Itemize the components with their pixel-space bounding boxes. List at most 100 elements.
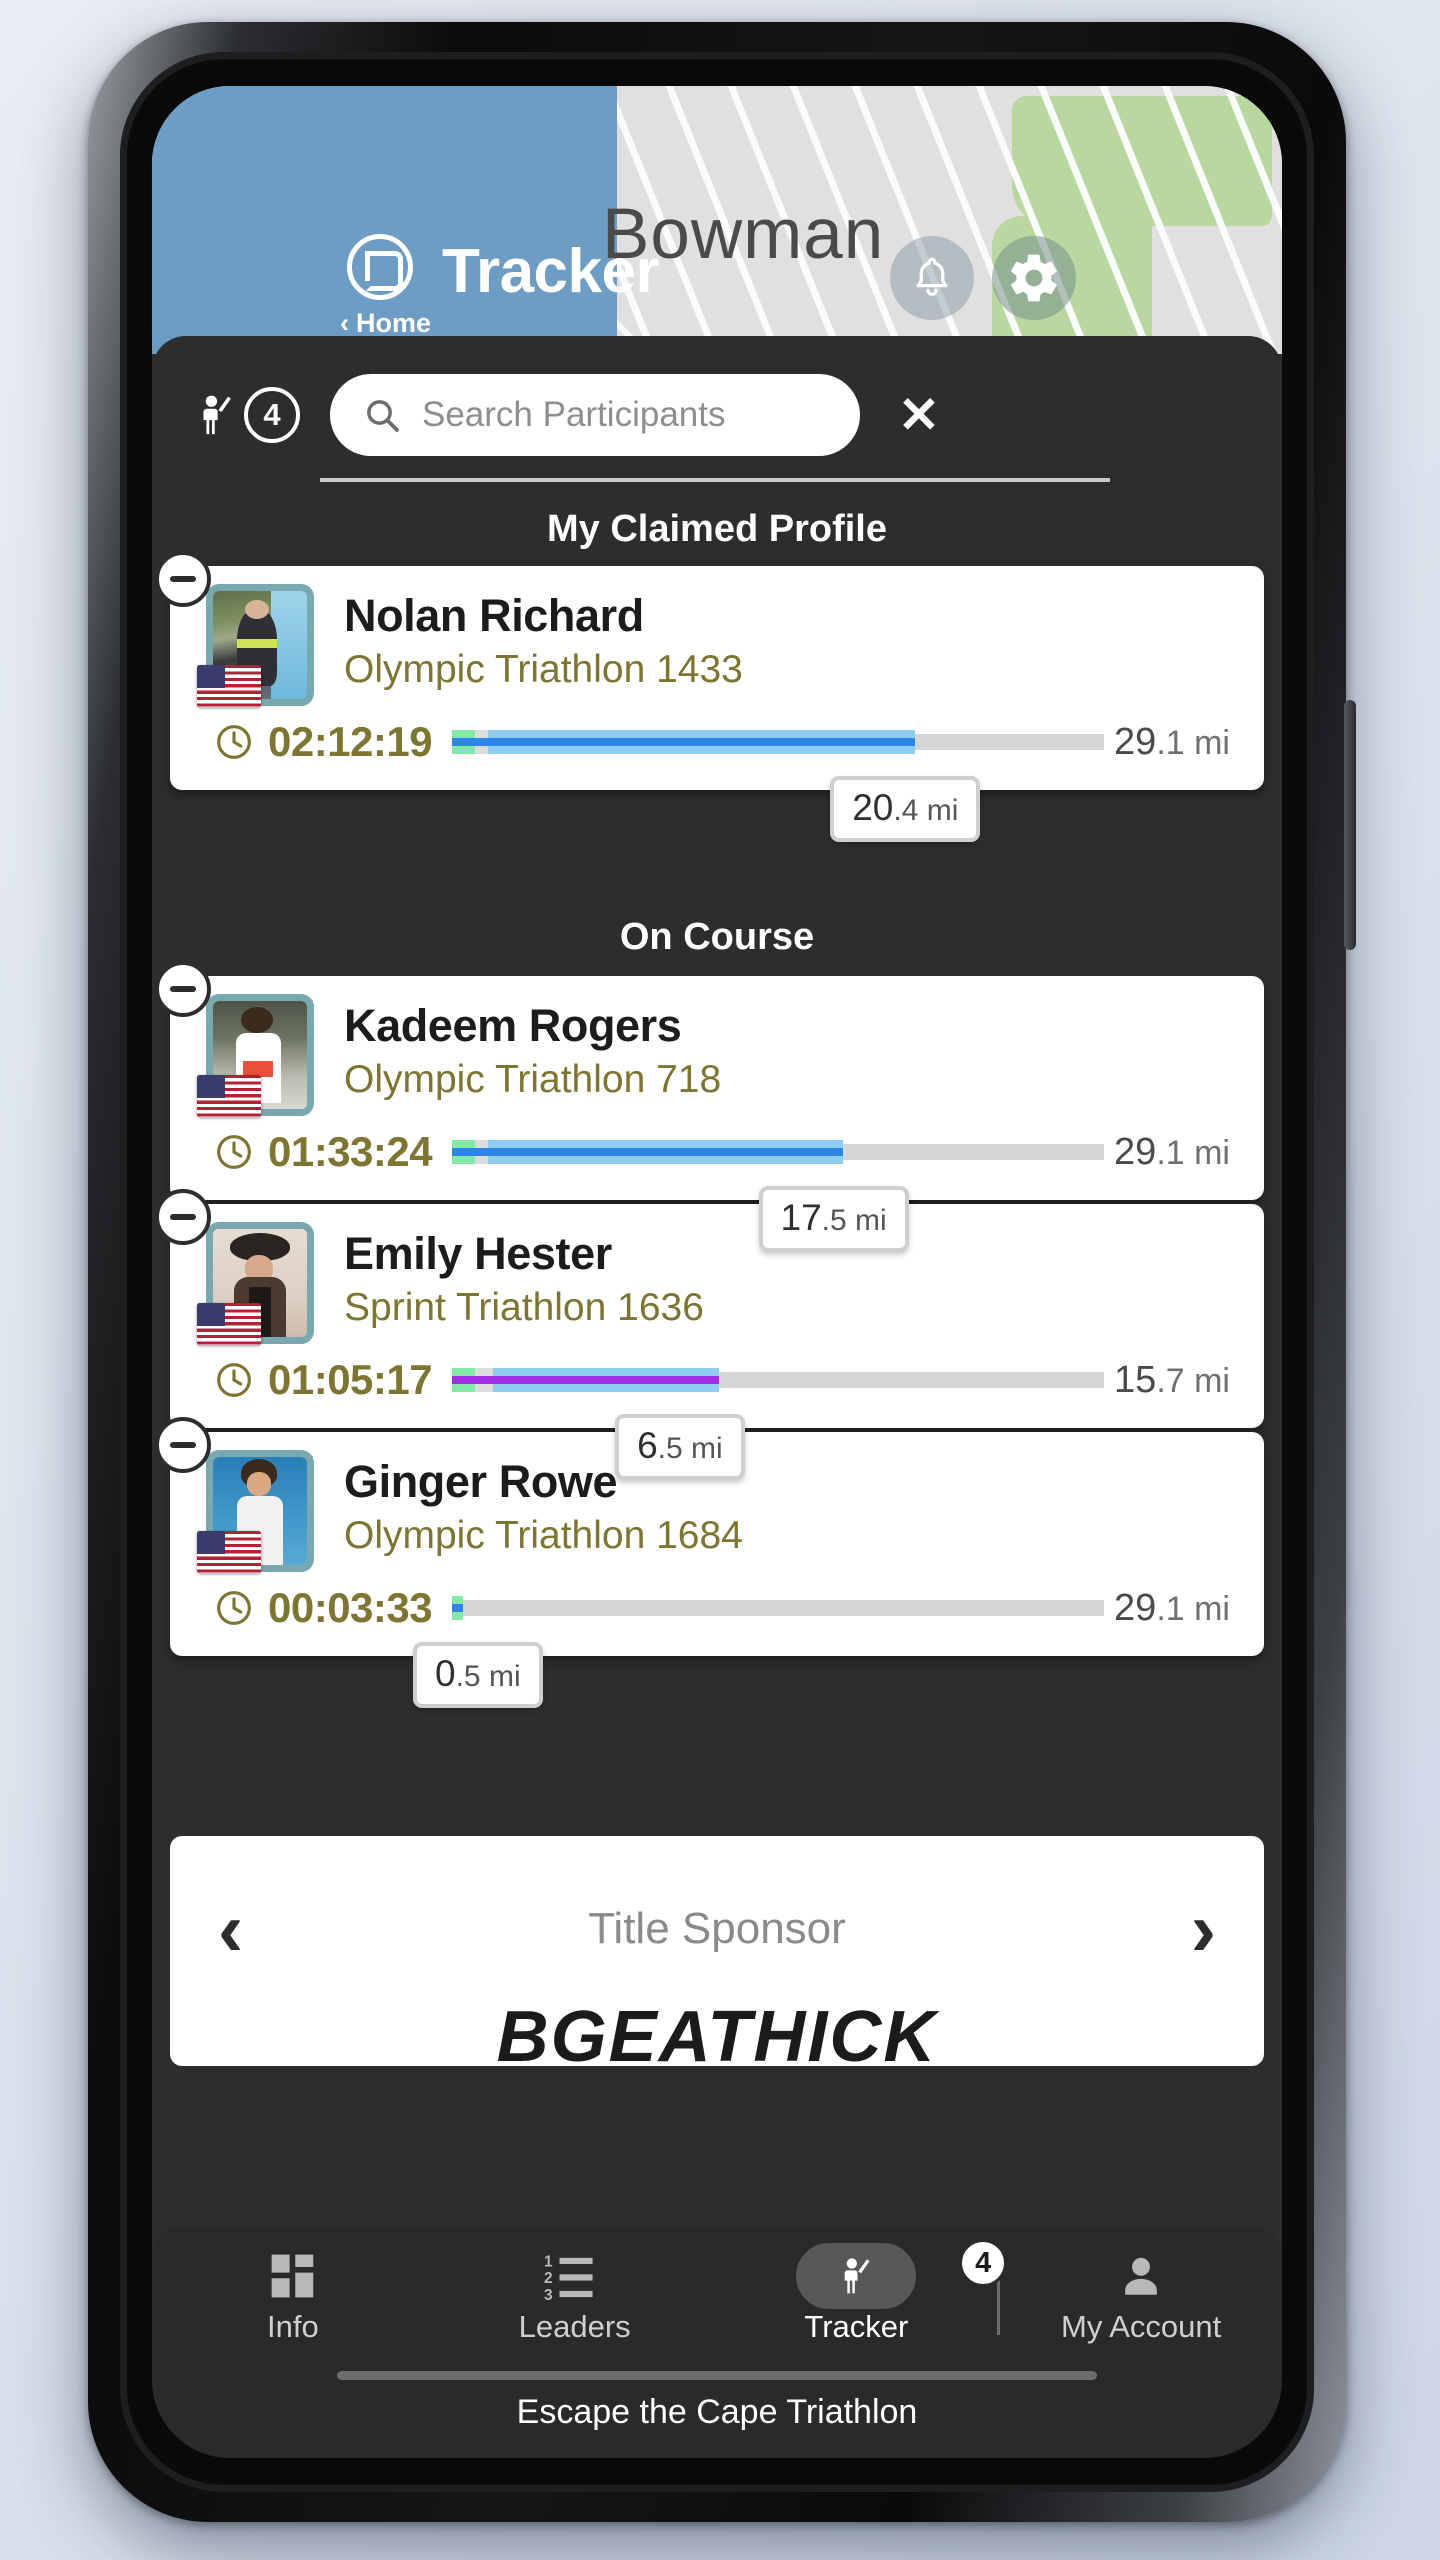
- clock-icon: [217, 1135, 251, 1169]
- participant-event: Olympic Triathlon 718: [344, 1058, 722, 1101]
- current-distance-frac: .5 mi: [657, 1432, 723, 1465]
- participant-info: Kadeem Rogers Olympic Triathlon 718: [314, 994, 721, 1116]
- participant-count[interactable]: 4: [194, 386, 300, 444]
- current-distance-bubble: 0.5 mi: [413, 1642, 543, 1708]
- tracker-count-badge: 4: [959, 2239, 1008, 2287]
- section-title-on-course: On Course: [619, 916, 815, 958]
- total-distance: 15.7 mi: [1114, 1359, 1230, 1402]
- settings-button[interactable]: [992, 236, 1076, 320]
- tab-info[interactable]: Info: [152, 2249, 434, 2345]
- us-flag-icon: [197, 665, 261, 707]
- phone-side-button[interactable]: [1344, 700, 1356, 950]
- participant-card[interactable]: Nolan Richard Olympic Triathlon 1433 02:…: [155, 551, 1264, 842]
- participant-name: Emily Hester: [344, 1228, 612, 1279]
- participant-header: Kadeem Rogers Olympic Triathlon 718: [170, 976, 1264, 1117]
- current-distance-frac: .5 mi: [821, 1204, 887, 1237]
- avatar[interactable]: [197, 1450, 314, 1573]
- participant-card[interactable]: Emily Hester Sprint Triathlon 1636 01:05…: [155, 1189, 1264, 1480]
- search-input[interactable]: Search Participants: [330, 374, 860, 456]
- remove-participant-button[interactable]: [155, 1189, 211, 1245]
- clock-icon: [217, 725, 251, 759]
- clock-icon: [217, 1363, 251, 1397]
- person-waving-icon: 4: [716, 2239, 1008, 2303]
- current-distance-frac: .5 mi: [455, 1660, 521, 1693]
- avatar[interactable]: [197, 584, 314, 707]
- progress-track[interactable]: 17.5 mi: [452, 1140, 1105, 1252]
- tab-label: Info: [267, 2309, 319, 2344]
- map-header[interactable]: Bowman Tracker ‹ Home: [152, 86, 1282, 354]
- participant-stats: 00:03:33 0.5 mi 29.1 mi: [170, 1572, 1264, 1708]
- current-distance-value: 0: [435, 1653, 456, 1694]
- back-to-home-button[interactable]: ‹ Home: [340, 308, 431, 339]
- remove-participant-button[interactable]: [155, 551, 211, 607]
- total-distance: 29.1 mi: [1114, 1131, 1230, 1174]
- app-logo-icon[interactable]: [347, 234, 413, 300]
- total-distance-frac: .1 mi: [1156, 723, 1230, 762]
- progress-line: [452, 1376, 720, 1384]
- participant-info: Emily Hester Sprint Triathlon 1636: [314, 1222, 704, 1344]
- person-account-icon: [1000, 2249, 1282, 2303]
- progress-track[interactable]: 0.5 mi: [413, 1596, 1105, 1708]
- current-distance-value: 6: [637, 1425, 658, 1466]
- progress-track[interactable]: 6.5 mi: [452, 1368, 1105, 1480]
- progress-line: [452, 738, 915, 746]
- grid-tiles-icon: [152, 2249, 434, 2303]
- home-indicator[interactable]: [337, 2371, 1097, 2380]
- bell-icon: [916, 257, 948, 296]
- tab-my-account[interactable]: My Account: [1000, 2249, 1282, 2345]
- svg-text:1: 1: [544, 2254, 553, 2271]
- remove-participant-button[interactable]: [155, 961, 211, 1017]
- participant-event: Olympic Triathlon 1684: [344, 1514, 743, 1557]
- current-distance-value: 17: [780, 1197, 822, 1238]
- current-distance-bubble: 6.5 mi: [615, 1414, 745, 1480]
- sponsor-title: Title Sponsor: [588, 1904, 846, 1953]
- us-flag-icon: [197, 1303, 261, 1345]
- sponsor-next-button[interactable]: ›: [1191, 1892, 1216, 1968]
- participant-name: Nolan Richard: [344, 590, 644, 641]
- total-distance-value: 15: [1114, 1358, 1157, 1401]
- avatar[interactable]: [197, 994, 314, 1117]
- page-title: Tracker: [442, 237, 660, 306]
- participant-time: 01:33:24: [268, 1128, 433, 1175]
- participant-count-badge: 4: [244, 387, 300, 443]
- participant-stats: 01:33:24 17.5 mi 29.1 mi: [170, 1116, 1264, 1252]
- gear-icon: [1011, 254, 1057, 302]
- current-distance-bubble: 17.5 mi: [758, 1186, 909, 1252]
- svg-text:3: 3: [544, 2287, 553, 2302]
- tab-leaders[interactable]: 1 2 3 Leaders: [434, 2249, 716, 2345]
- tab-label: My Account: [1061, 2309, 1222, 2344]
- notifications-button[interactable]: [890, 236, 974, 320]
- close-search-button[interactable]: ✕: [898, 390, 940, 440]
- current-distance-bubble: 20.4 mi: [830, 776, 981, 842]
- section-title-claimed: My Claimed Profile: [547, 508, 887, 550]
- tab-tracker[interactable]: 4 Tracker: [716, 2239, 1008, 2345]
- total-distance-frac: .7 mi: [1156, 1361, 1230, 1400]
- person-waving-icon: [203, 395, 231, 435]
- participant-header: Nolan Richard Olympic Triathlon 1433: [170, 566, 1264, 707]
- tab-label: Tracker: [804, 2309, 909, 2344]
- progress-line: [452, 1148, 844, 1156]
- sponsor-brand-logo: BGEATHICK: [496, 1997, 938, 2066]
- back-label: Home: [356, 308, 432, 338]
- participant-time: 00:03:33: [268, 1584, 433, 1631]
- sponsor-banner[interactable]: ‹ Title Sponsor › BGEATHICK: [170, 1836, 1264, 2066]
- total-distance-frac: .1 mi: [1156, 1133, 1230, 1172]
- participant-card[interactable]: Kadeem Rogers Olympic Triathlon 718 01:3…: [155, 961, 1264, 1252]
- total-distance-value: 29: [1114, 1586, 1157, 1629]
- avatar[interactable]: [197, 1222, 314, 1345]
- participant-stats: 01:05:17 6.5 mi 15.7 mi: [170, 1344, 1264, 1480]
- search-icon: [367, 400, 399, 432]
- us-flag-icon: [197, 1075, 261, 1117]
- chevron-left-icon: ‹: [340, 308, 349, 338]
- total-distance: 29.1 mi: [1114, 1587, 1230, 1630]
- search-row: 4 Search Participants ✕: [152, 356, 1282, 474]
- us-flag-icon: [197, 1531, 261, 1573]
- total-distance-value: 29: [1114, 1130, 1157, 1173]
- total-distance: 29.1 mi: [1114, 721, 1230, 764]
- divider: [320, 478, 1110, 482]
- event-name: Escape the Cape Triathlon: [516, 2392, 918, 2431]
- participant-stats: 02:12:19 20.4 mi 29.1 mi: [170, 706, 1264, 842]
- progress-track[interactable]: 20.4 mi: [452, 730, 1105, 842]
- remove-participant-button[interactable]: [155, 1417, 211, 1473]
- phone-screen: Bowman Tracker ‹ Home 4 Search Participa…: [152, 86, 1282, 2458]
